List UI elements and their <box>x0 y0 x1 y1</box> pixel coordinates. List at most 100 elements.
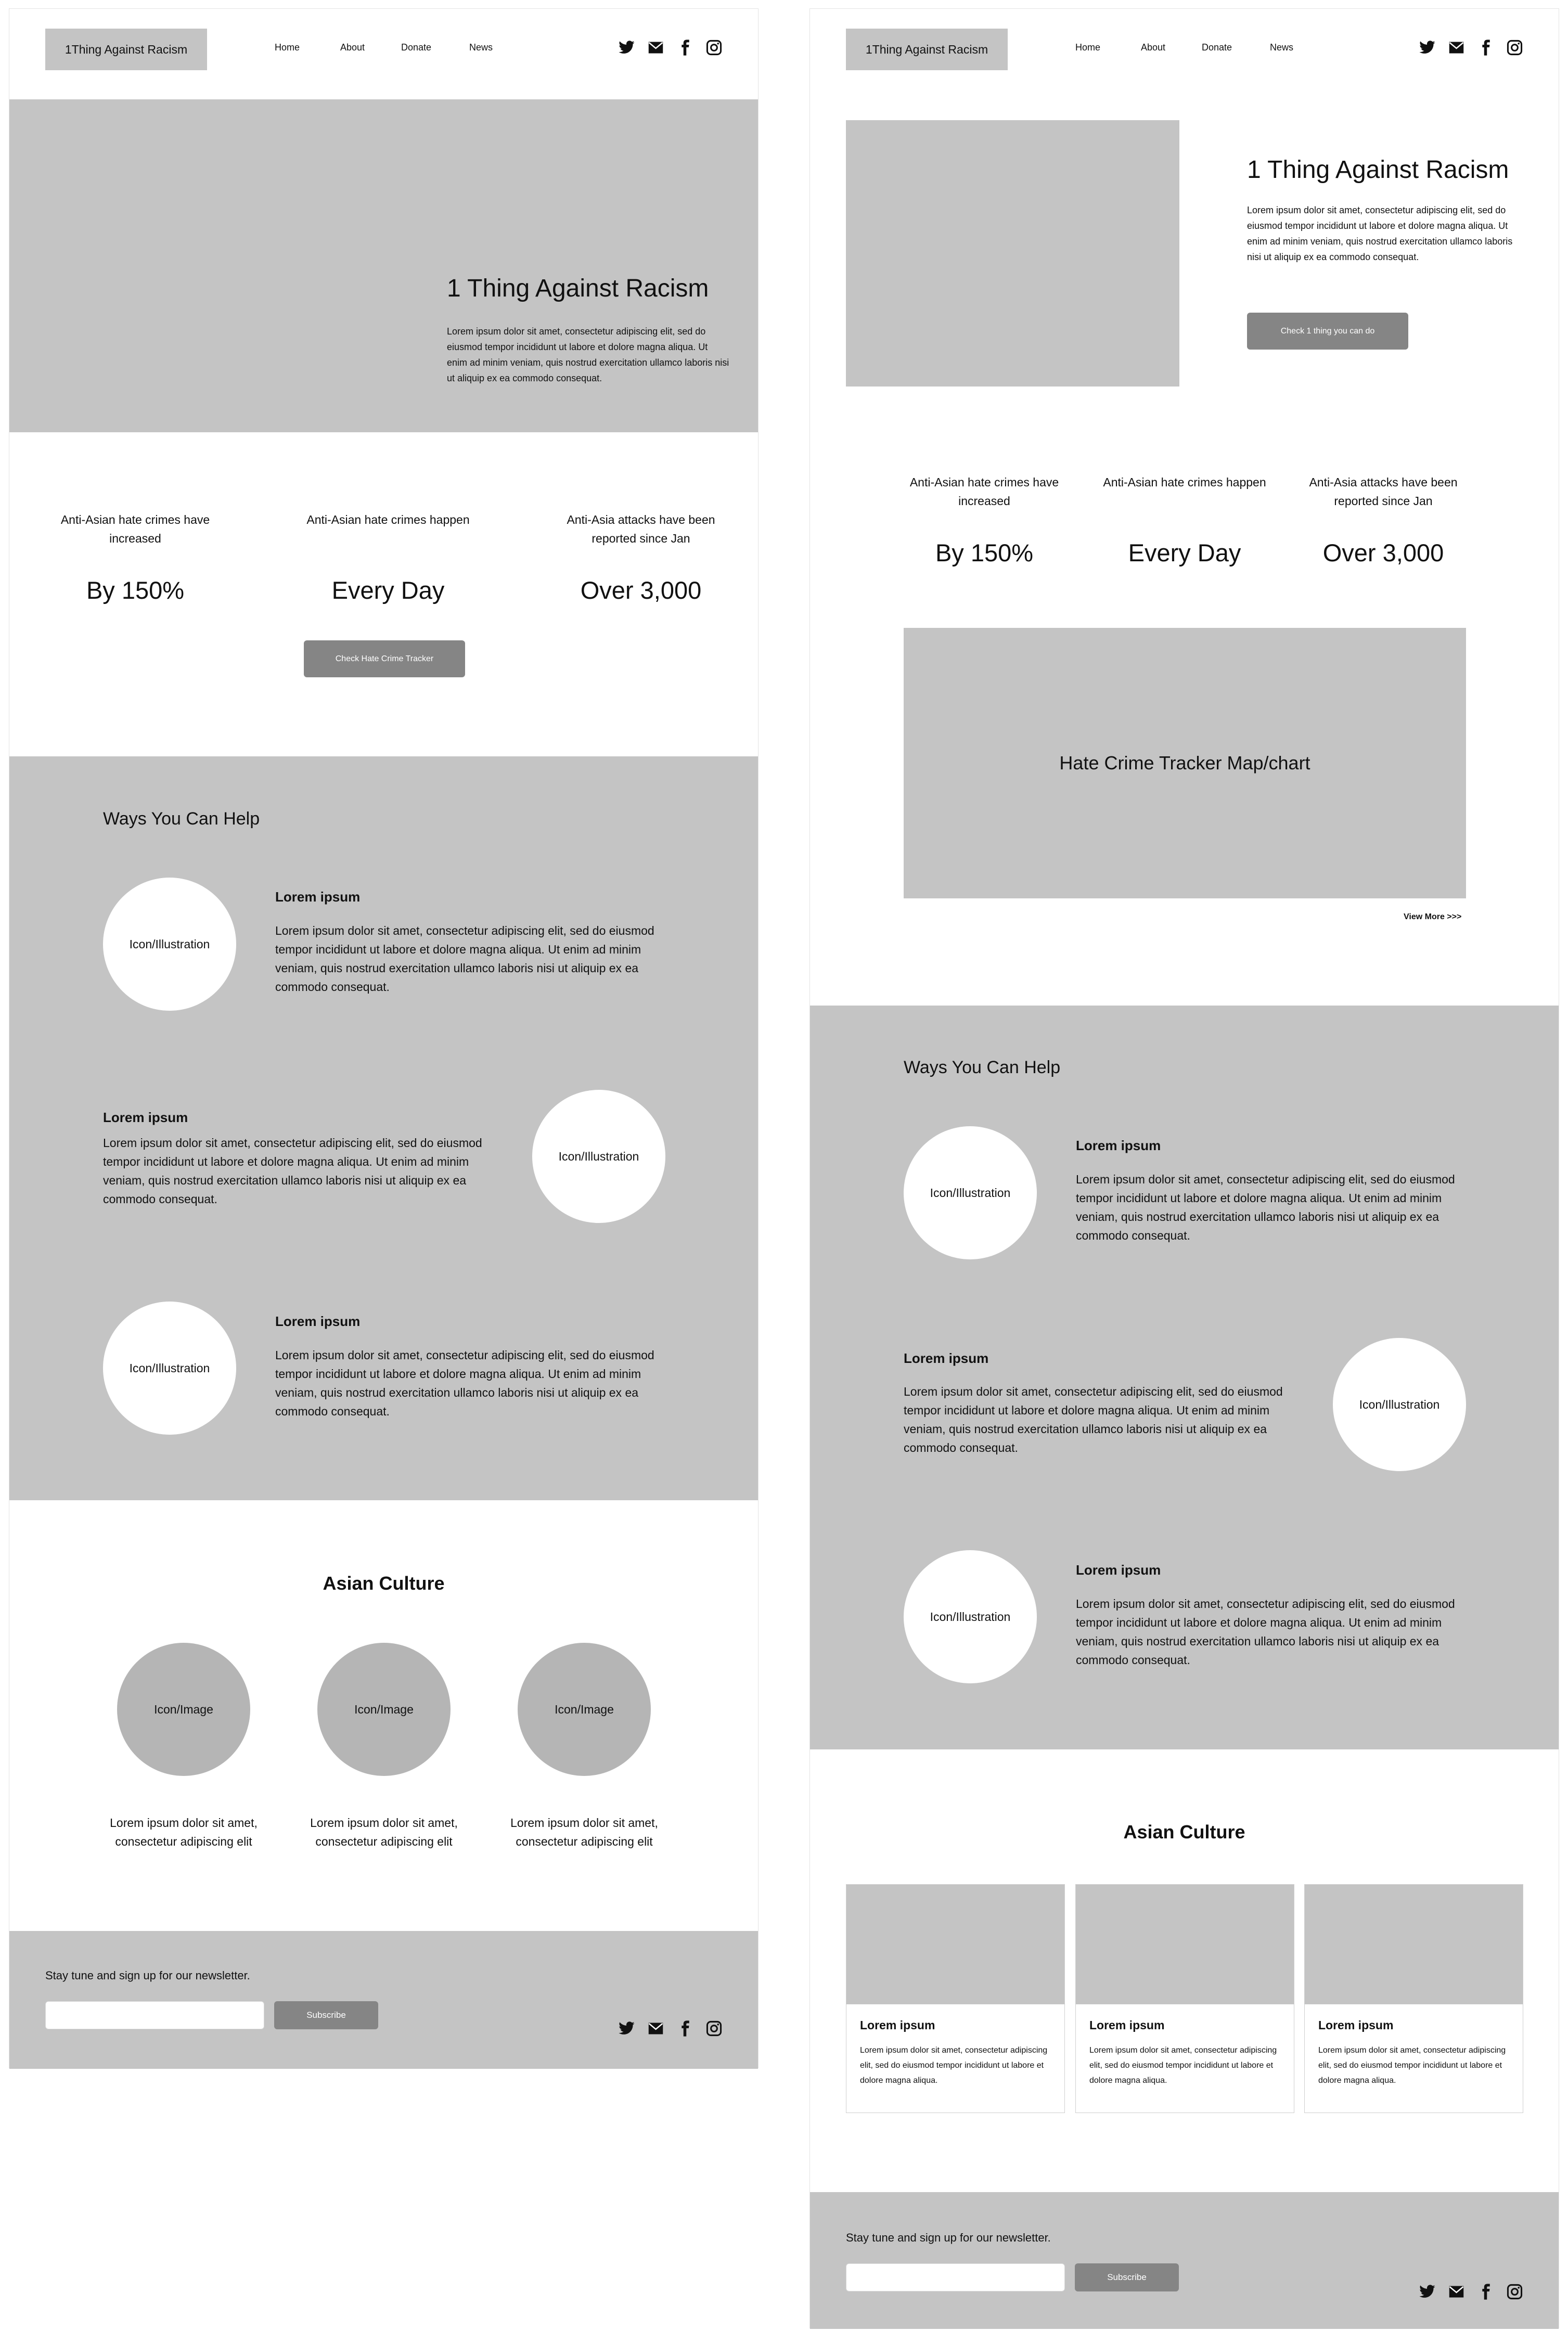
help-item-heading: Lorem ipsum <box>1076 1138 1161 1153</box>
facebook-icon[interactable] <box>676 2020 693 2037</box>
culture-title: Asian Culture <box>1123 1821 1245 1843</box>
help-item-body: Lorem ipsum dolor sit amet, consectetur … <box>103 1136 482 1206</box>
check-1-thing-button[interactable]: Check 1 thing you can do <box>1247 313 1408 350</box>
facebook-icon[interactable] <box>1477 2283 1494 2300</box>
hero-body: Lorem ipsum dolor sit amet, consectetur … <box>1247 205 1513 262</box>
site-logo[interactable]: 1Thing Against Racism <box>846 29 1008 70</box>
stat-label: Anti-Asian hate crimes happen <box>306 513 470 526</box>
help-item-body: Lorem ipsum dolor sit amet, consectetur … <box>1076 1597 1455 1667</box>
subscribe-button[interactable]: Subscribe <box>1075 2263 1179 2291</box>
help-item-heading: Lorem ipsum <box>904 1350 989 1366</box>
newsletter-email-input[interactable] <box>45 2001 264 2029</box>
wireframe-mobile-variant: 1Thing Against Racism Home About Donate … <box>9 8 759 2069</box>
culture-caption: Lorem ipsum dolor sit amet, consectetur … <box>510 1816 658 1848</box>
mail-icon[interactable] <box>647 39 664 56</box>
culture-card[interactable]: Lorem ipsum Lorem ipsum dolor sit amet, … <box>1075 1884 1294 2113</box>
stat-label: Anti-Asian hate crimes have increased <box>60 513 210 545</box>
culture-title: Asian Culture <box>323 1573 445 1594</box>
stat-label: Anti-Asian hate crimes happen <box>1103 475 1266 489</box>
culture-image: Icon/Image <box>317 1643 451 1776</box>
instagram-icon[interactable] <box>705 39 723 56</box>
help-illustration: Icon/Illustration <box>103 1302 236 1435</box>
nav-donate[interactable]: Donate <box>401 42 431 53</box>
help-item-body: Lorem ipsum dolor sit amet, consectetur … <box>275 924 654 994</box>
site-logo[interactable]: 1Thing Against Racism <box>45 29 207 70</box>
footer <box>9 1931 758 2069</box>
culture-card-image <box>1305 1885 1523 2004</box>
nav-news[interactable]: News <box>469 42 493 53</box>
twitter-icon[interactable] <box>618 39 635 56</box>
mail-icon[interactable] <box>1448 39 1465 56</box>
footer-social-links <box>618 2020 723 2037</box>
culture-card[interactable]: Lorem ipsum Lorem ipsum dolor sit amet, … <box>846 1884 1065 2113</box>
stat-value: Every Day <box>1128 539 1241 566</box>
culture-caption: Lorem ipsum dolor sit amet, consectetur … <box>110 1816 258 1848</box>
stat-value: Over 3,000 <box>580 576 702 604</box>
help-item-heading: Lorem ipsum <box>103 1110 188 1125</box>
stat-label: Anti-Asian hate crimes have increased <box>909 475 1059 508</box>
instagram-icon[interactable] <box>1506 2283 1523 2300</box>
help-item-heading: Lorem ipsum <box>1076 1562 1161 1578</box>
help-illustration: Icon/Illustration <box>1333 1338 1466 1471</box>
help-illustration: Icon/Illustration <box>904 1550 1037 1683</box>
nav-donate[interactable]: Donate <box>1202 42 1232 53</box>
culture-image: Icon/Image <box>117 1643 250 1776</box>
facebook-icon[interactable] <box>1477 39 1494 56</box>
culture-card-image <box>1076 1885 1294 2004</box>
help-illustration: Icon/Illustration <box>103 878 236 1011</box>
stat-value: Every Day <box>331 576 445 604</box>
twitter-icon[interactable] <box>618 2020 635 2037</box>
check-tracker-button[interactable]: Check Hate Crime Tracker <box>304 640 465 677</box>
help-item-heading: Lorem ipsum <box>275 1313 361 1329</box>
wireframe-desktop-variant: 1Thing Against Racism Home About Donate … <box>809 8 1559 2329</box>
subscribe-button[interactable]: Subscribe <box>274 2001 378 2029</box>
help-illustration: Icon/Illustration <box>532 1090 665 1223</box>
hero-body: Lorem ipsum dolor sit amet, consectetur … <box>447 326 729 383</box>
help-item-body: Lorem ipsum dolor sit amet, consectetur … <box>1076 1173 1455 1242</box>
help-item-body: Lorem ipsum dolor sit amet, consectetur … <box>904 1385 1283 1454</box>
culture-card-title: Lorem ipsum <box>860 2018 935 2032</box>
culture-card-title: Lorem ipsum <box>1089 2018 1165 2032</box>
header-social-links <box>618 39 723 56</box>
culture-caption: Lorem ipsum dolor sit amet, consectetur … <box>310 1816 458 1848</box>
nav-about[interactable]: About <box>1141 42 1165 53</box>
facebook-icon[interactable] <box>676 39 693 56</box>
hate-crime-tracker-map[interactable]: Hate Crime Tracker Map/chart <box>904 628 1466 898</box>
stat-value: By 150% <box>86 576 185 604</box>
mail-icon[interactable] <box>647 2020 664 2037</box>
culture-card-image <box>846 1885 1064 2004</box>
nav-about[interactable]: About <box>340 42 365 53</box>
stat-label: Anti-Asia attacks have been reported sin… <box>567 513 715 545</box>
instagram-icon[interactable] <box>705 2020 723 2037</box>
help-illustration: Icon/Illustration <box>904 1126 1037 1259</box>
twitter-icon[interactable] <box>1419 2283 1436 2300</box>
stat-value: Over 3,000 <box>1322 539 1444 566</box>
culture-card-body: Lorem ipsum dolor sit amet, consectetur … <box>1089 2046 1277 2085</box>
culture-card-body: Lorem ipsum dolor sit amet, consectetur … <box>860 2046 1048 2085</box>
culture-image: Icon/Image <box>518 1643 651 1776</box>
nav-home[interactable]: Home <box>1075 42 1100 53</box>
nav-news[interactable]: News <box>1270 42 1293 53</box>
help-title: Ways You Can Help <box>904 1058 1061 1077</box>
hero-title: 1 Thing Against Racism <box>447 275 709 302</box>
mail-icon[interactable] <box>1448 2283 1465 2300</box>
stat-label: Anti-Asia attacks have been reported sin… <box>1309 475 1458 508</box>
nav-home[interactable]: Home <box>275 42 300 53</box>
footer-social-links <box>1419 2283 1523 2300</box>
culture-card-body: Lorem ipsum dolor sit amet, consectetur … <box>1318 2046 1506 2085</box>
header-social-links <box>1419 39 1523 56</box>
newsletter-text: Stay tune and sign up for our newsletter… <box>846 2231 1051 2244</box>
help-title: Ways You Can Help <box>103 809 260 829</box>
help-item-heading: Lorem ipsum <box>275 889 361 905</box>
newsletter-text: Stay tune and sign up for our newsletter… <box>45 1969 250 1982</box>
view-more-link[interactable]: View More >>> <box>1404 912 1461 922</box>
culture-card-title: Lorem ipsum <box>1318 2018 1394 2032</box>
twitter-icon[interactable] <box>1419 39 1436 56</box>
footer <box>810 2192 1559 2329</box>
newsletter-email-input[interactable] <box>846 2263 1065 2291</box>
hero-title: 1 Thing Against Racism <box>1247 156 1509 184</box>
help-item-body: Lorem ipsum dolor sit amet, consectetur … <box>275 1348 654 1418</box>
culture-card[interactable]: Lorem ipsum Lorem ipsum dolor sit amet, … <box>1304 1884 1523 2113</box>
instagram-icon[interactable] <box>1506 39 1523 56</box>
stat-value: By 150% <box>935 539 1034 566</box>
